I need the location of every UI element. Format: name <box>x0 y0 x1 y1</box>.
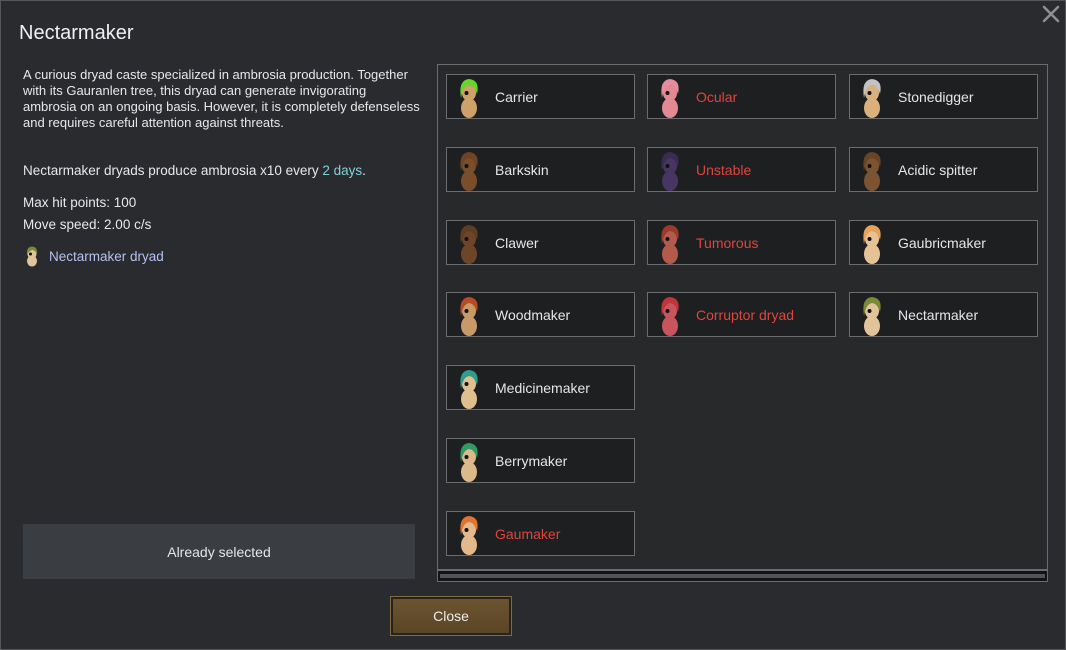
production-interval: 2 days <box>322 163 363 178</box>
caste-label: Corruptor dryad <box>696 306 795 323</box>
production-suffix: . <box>362 163 366 178</box>
already-selected-button: Already selected <box>23 524 415 579</box>
caste-label: Carrier <box>495 88 538 105</box>
caste-button-unstable[interactable]: Unstable <box>647 147 836 192</box>
caste-button-tumorous[interactable]: Tumorous <box>647 220 836 265</box>
already-selected-label: Already selected <box>167 543 271 560</box>
description-text: A curious dryad caste specialized in amb… <box>23 67 420 130</box>
caste-selection-dialog: Nectarmaker A curious dryad caste specia… <box>0 0 1066 650</box>
caste-label: Barkskin <box>495 161 549 178</box>
caste-label: Gaumaker <box>495 525 561 542</box>
caste-button-acidic-spitter[interactable]: Acidic spitter <box>849 147 1038 192</box>
close-button-label: Close <box>433 608 469 624</box>
production-prefix: Nectarmaker dryads produce ambrosia x10 … <box>23 163 323 178</box>
dryad-icon <box>26 246 38 267</box>
dryad-portrait-icon <box>447 512 491 557</box>
dryad-portrait-icon <box>447 148 491 193</box>
dryad-portrait-icon <box>648 75 692 120</box>
dryad-portrait-icon <box>648 293 692 338</box>
caste-button-gaubricmaker[interactable]: Gaubricmaker <box>849 220 1038 265</box>
dryad-portrait-icon <box>648 221 692 266</box>
caste-label: Gaubricmaker <box>898 234 986 251</box>
dryad-portrait-icon <box>447 439 491 484</box>
caste-button-corruptor-dryad[interactable]: Corruptor dryad <box>647 292 836 337</box>
caste-label: Tumorous <box>696 234 759 251</box>
caste-button-ocular[interactable]: Ocular <box>647 74 836 119</box>
dialog-title: Nectarmaker <box>19 22 134 44</box>
close-x-icon[interactable] <box>1041 4 1061 24</box>
caste-label: Clawer <box>495 234 539 251</box>
caste-button-nectarmaker[interactable]: Nectarmaker <box>849 292 1038 337</box>
caste-label: Ocular <box>696 88 738 105</box>
caste-button-clawer[interactable]: Clawer <box>446 220 635 265</box>
horizontal-scrollbar[interactable] <box>437 570 1048 582</box>
production-info: Nectarmaker dryads produce ambrosia x10 … <box>23 163 366 178</box>
scrollbar-thumb[interactable] <box>440 574 1045 578</box>
caste-button-carrier[interactable]: Carrier <box>446 74 635 119</box>
dryad-portrait-icon <box>447 366 491 411</box>
dryad-portrait-icon <box>850 293 894 338</box>
caste-label: Stonedigger <box>898 88 974 105</box>
caste-label: Woodmaker <box>495 306 571 323</box>
caste-label: Unstable <box>696 161 752 178</box>
close-button[interactable]: Close <box>390 596 512 636</box>
caste-button-gaumaker[interactable]: Gaumaker <box>446 511 635 556</box>
dryad-portrait-icon <box>447 221 491 266</box>
caste-label: Nectarmaker <box>898 306 979 323</box>
caste-button-stonedigger[interactable]: Stonedigger <box>849 74 1038 119</box>
dryad-portrait-icon <box>447 293 491 338</box>
caste-button-barkskin[interactable]: Barkskin <box>446 147 635 192</box>
move-speed: Move speed: 2.00 c/s <box>23 217 152 232</box>
dryad-portrait-icon <box>850 75 894 120</box>
caste-button-medicinemaker[interactable]: Medicinemaker <box>446 365 635 410</box>
caste-button-berrymaker[interactable]: Berrymaker <box>446 438 635 483</box>
caste-description: A curious dryad caste specialized in amb… <box>23 67 421 141</box>
dryad-portrait-icon <box>850 148 894 193</box>
dryad-kind-link[interactable]: Nectarmaker dryad <box>23 245 164 267</box>
dryad-portrait-icon <box>447 75 491 120</box>
dryad-kind-label: Nectarmaker dryad <box>49 248 164 264</box>
caste-label: Medicinemaker <box>495 379 590 396</box>
caste-label: Acidic spitter <box>898 161 978 178</box>
max-hit-points: Max hit points: 100 <box>23 195 137 210</box>
caste-label: Berrymaker <box>495 452 568 469</box>
dryad-portrait-icon <box>850 221 894 266</box>
dryad-portrait-icon <box>648 148 692 193</box>
caste-button-woodmaker[interactable]: Woodmaker <box>446 292 635 337</box>
